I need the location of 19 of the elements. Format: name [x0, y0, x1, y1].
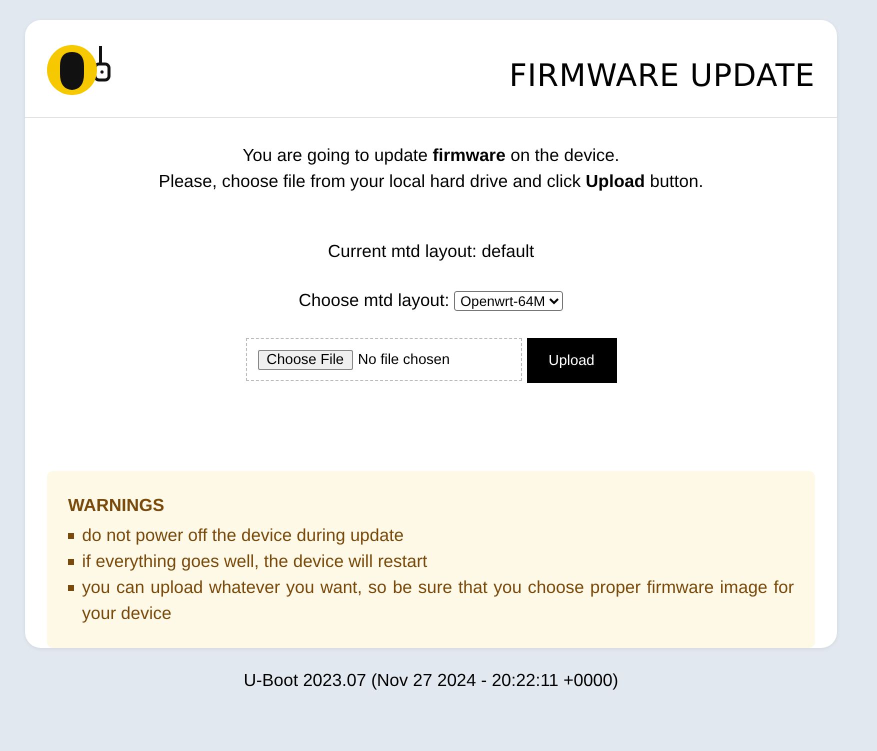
intro-text: Please, choose file from your local hard drive and click Upload button.: [158, 170, 704, 193]
current-layout-text: Current mtd layout: default: [326, 240, 536, 263]
layout-label: Choose mtd layout:: [298, 290, 450, 311]
upload-button[interactable]: Upload: [526, 338, 616, 383]
bullet-icon: [68, 533, 74, 539]
bullet-icon: [68, 585, 74, 591]
logo-icon: [47, 44, 113, 96]
intro-text: You are going to update firmware on the device.: [242, 144, 620, 167]
bullet-icon: [68, 559, 74, 565]
page-title: FIRMWARE UPDATE: [509, 58, 815, 94]
warning-text: if everything goes well, the device will restart: [82, 550, 428, 573]
warning-text: you can upload whatever you want, so be sure that you choose proper firmware image for your device: [82, 576, 794, 625]
warnings-title: WARNINGS: [68, 495, 166, 516]
file-status: No file chosen: [358, 352, 450, 368]
warning-text: do not power off the device during update: [82, 524, 405, 547]
layout-dropdown[interactable]: Openwrt-64M: [454, 290, 564, 310]
file-input[interactable]: Choose File No file chosen: [246, 338, 522, 381]
choose-file-button[interactable]: Choose File: [258, 350, 353, 370]
footer-text: U-Boot 2023.07 (Nov 27 2024 - 20:22:11 +0000): [242, 670, 620, 691]
